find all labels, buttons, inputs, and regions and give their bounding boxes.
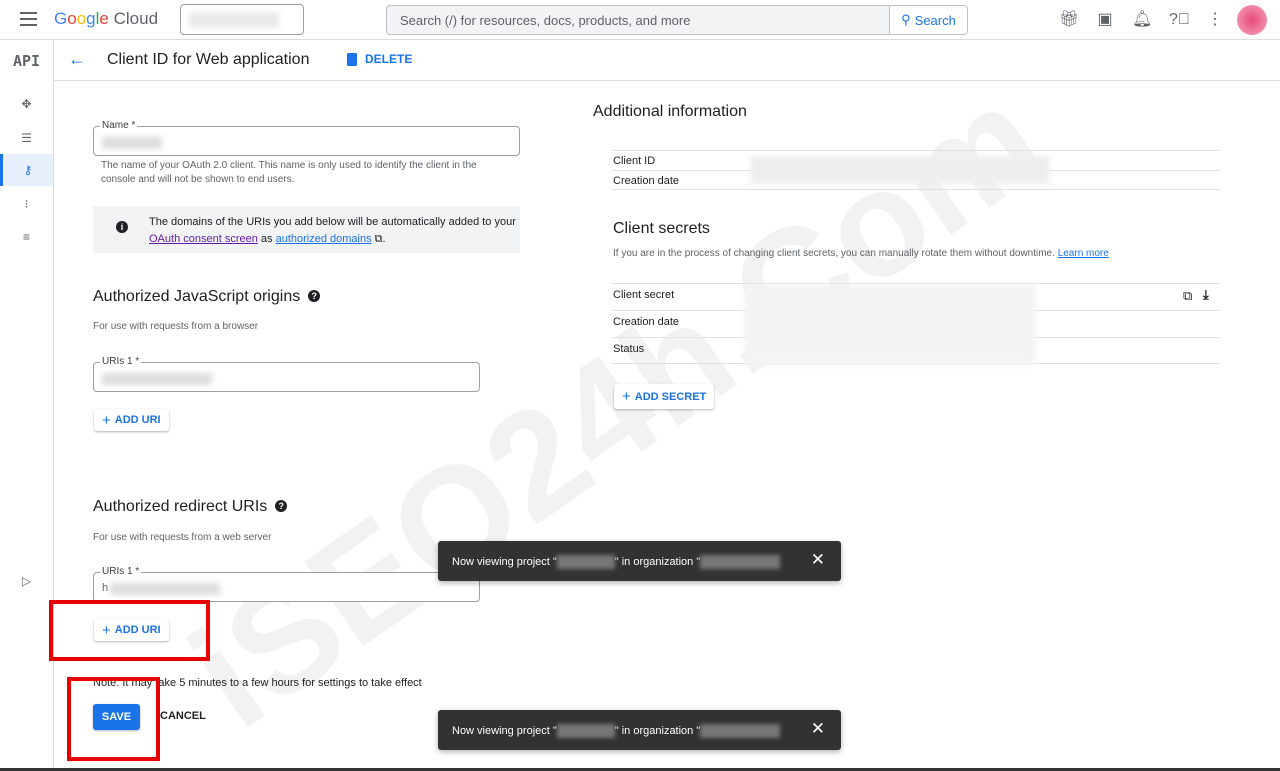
nav-library-icon[interactable]: ☰ — [0, 122, 53, 154]
top-bar: Google Cloud ⚲Search 🎁︎ ▣ 🔔︎ ?⃝ ⋮ — [0, 0, 1280, 40]
name-field[interactable]: Name * — [93, 120, 520, 156]
expand-nav-icon[interactable]: ▷ — [0, 565, 53, 597]
page-title: Client ID for Web application — [107, 51, 310, 68]
copy-icon[interactable]: ⧉ — [1183, 288, 1192, 304]
add-secret-button[interactable]: + ADD SECRET — [614, 384, 715, 409]
page-header: ← Client ID for Web application DELETE — [54, 40, 1280, 81]
highlight-box-save — [67, 677, 160, 761]
js-origins-title: Authorized JavaScript origins? — [93, 288, 321, 306]
close-icon[interactable]: ✕ — [811, 550, 825, 570]
help-icon[interactable]: ? — [308, 290, 321, 302]
search-bar: ⚲Search — [386, 5, 968, 35]
nav-consent-icon[interactable]: ⁝ — [0, 188, 53, 220]
gift-icon[interactable]: 🎁︎ — [1059, 10, 1079, 30]
redirect-uri-field[interactable]: URIs 1 * h — [93, 566, 480, 602]
notifications-icon[interactable]: 🔔︎ — [1132, 10, 1152, 30]
js-origin-uri-field[interactable]: URIs 1 * — [93, 356, 480, 392]
nav-enabled-apis-icon[interactable]: ✥ — [0, 88, 53, 120]
search-icon: ⚲ — [901, 12, 911, 27]
api-logo: API — [13, 52, 41, 70]
help-icon[interactable]: ? — [275, 500, 288, 512]
nav-settings-icon[interactable]: ≡ — [0, 221, 53, 253]
redirect-uris-title: Authorized redirect URIs? — [93, 498, 288, 516]
learn-more-link[interactable]: Learn more — [1058, 248, 1109, 259]
search-button[interactable]: ⚲ Search — [889, 6, 967, 34]
avatar[interactable] — [1237, 5, 1267, 35]
redirect-hint: For use with requests from a web server — [93, 532, 272, 543]
project-picker[interactable] — [180, 4, 304, 35]
delete-button[interactable]: DELETE — [347, 52, 412, 66]
info-icon: i — [116, 221, 128, 233]
more-options-icon[interactable]: ⋮ — [1205, 10, 1225, 30]
plus-icon: + — [102, 411, 111, 429]
cancel-button[interactable]: CANCEL — [160, 710, 206, 722]
highlight-box-add-uri — [49, 600, 210, 661]
back-arrow-icon[interactable]: ← — [68, 49, 86, 70]
authorized-domains-link[interactable]: authorized domains — [276, 233, 372, 245]
download-icon[interactable]: ⤓ — [1203, 287, 1209, 303]
js-origins-hint: For use with requests from a browser — [93, 321, 259, 332]
client-secrets-hint: If you are in the process of changing cl… — [613, 248, 1109, 259]
nav-credentials-key-icon[interactable]: ⚷ — [0, 154, 53, 186]
plus-icon: + — [622, 388, 631, 405]
name-hint: The name of your OAuth 2.0 client. This … — [101, 160, 477, 185]
add-js-origin-uri-button[interactable]: + ADD URI — [94, 409, 169, 431]
close-icon[interactable]: ✕ — [811, 719, 825, 739]
search-input[interactable] — [387, 6, 891, 34]
additional-info-title: Additional information — [593, 103, 747, 120]
oauth-consent-link[interactable]: OAuth consent screen — [149, 233, 258, 245]
toast-notification: Now viewing project " " in organization "… — [438, 541, 841, 581]
google-cloud-logo[interactable]: Google Cloud — [54, 9, 158, 29]
client-secrets-title: Client secrets — [613, 220, 710, 237]
toast-notification: Now viewing project " " in organization "… — [438, 710, 841, 750]
trash-icon — [347, 52, 357, 66]
menu-icon[interactable] — [20, 12, 37, 26]
cloud-shell-icon[interactable]: ▣ — [1095, 10, 1115, 30]
left-nav: API ✥ ☰ ⚷ ⁝ ≡ ▷ — [0, 40, 54, 771]
info-banner: i The domains of the URIs you add below … — [93, 206, 520, 253]
help-icon[interactable]: ?⃝ — [1169, 10, 1190, 30]
